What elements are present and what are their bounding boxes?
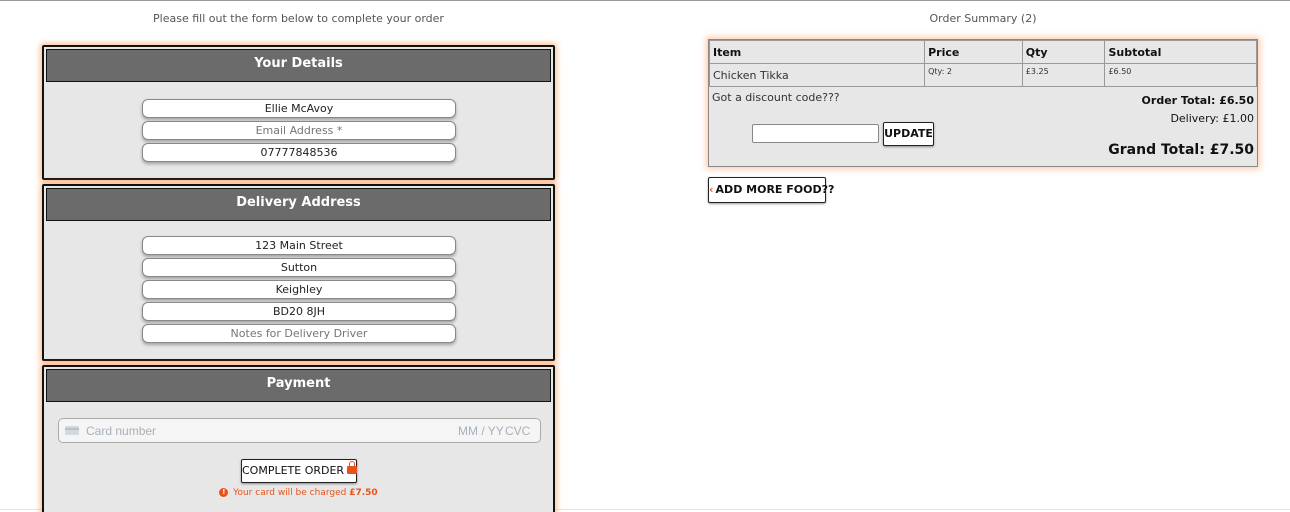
column-header: Item [708, 40, 926, 64]
card-input[interactable]: Card number MM / YY CVC [58, 418, 541, 443]
lock-icon [347, 461, 358, 474]
order-total: Order Total: £6.50 [1141, 94, 1254, 107]
charge-warning-text: Your card will be charged [233, 488, 347, 498]
your-details-panel: Your Details [42, 45, 555, 180]
update-button[interactable]: UPDATE [883, 122, 934, 146]
order-summary-title: Order Summary (2) [929, 12, 1037, 25]
exclamation-icon: ! [219, 488, 229, 497]
email-field[interactable] [142, 121, 456, 140]
card-number-placeholder: Card number [86, 424, 157, 438]
add-more-food-button[interactable]: ‹ ADD MORE FOOD?? [708, 177, 834, 203]
table-header-row: Item Price Qty Subtotal [708, 40, 1257, 64]
item-subtotal: £6.50 [1104, 63, 1257, 87]
payment-panel: Payment Card number MM / YY CVC COMPLETE… [42, 365, 555, 512]
discount-label: Got a discount code??? [712, 91, 840, 104]
discount-code-input[interactable] [752, 124, 879, 143]
order-summary-panel: Item Price Qty Subtotal Chicken Tikka Qt… [708, 39, 1258, 167]
your-details-header: Your Details [46, 49, 551, 82]
name-field[interactable] [142, 99, 456, 118]
delivery-notes-field[interactable] [142, 324, 456, 343]
column-header: Price [924, 40, 1023, 64]
charge-amount: £7.50 [349, 488, 378, 498]
card-cvc-placeholder: CVC [505, 424, 531, 438]
grand-total: Grand Total: £7.50 [1108, 142, 1254, 158]
complete-order-label: COMPLETE ORDER [242, 464, 345, 477]
column-header: Qty [1021, 40, 1106, 64]
phone-field[interactable] [142, 143, 456, 162]
credit-card-icon [65, 426, 79, 435]
address-line2-field[interactable] [142, 258, 456, 277]
delivery-address-header: Delivery Address [46, 188, 551, 221]
item-name: Chicken Tikka [708, 63, 926, 87]
top-divider [0, 0, 1290, 1]
column-header: Subtotal [1104, 40, 1257, 64]
payment-header: Payment [46, 369, 551, 402]
item-price: Qty: 2 [924, 63, 1023, 87]
item-qty: £3.25 [1021, 63, 1106, 87]
form-intro-text: Please fill out the form below to comple… [153, 12, 444, 25]
table-row: Chicken Tikka Qty: 2 £3.25 £6.50 [708, 63, 1257, 87]
card-expiry-placeholder: MM / YY [458, 424, 504, 438]
add-more-food-label: ADD MORE FOOD?? [715, 183, 835, 196]
chevron-left-icon: ‹ [709, 183, 714, 196]
address-line1-field[interactable] [142, 236, 456, 255]
delivery-address-panel: Delivery Address [42, 184, 555, 361]
postcode-field[interactable] [142, 302, 456, 321]
delivery-charge: Delivery: £1.00 [1170, 112, 1254, 125]
complete-order-button[interactable]: COMPLETE ORDER [241, 459, 358, 483]
town-field[interactable] [142, 280, 456, 299]
order-items-table: Item Price Qty Subtotal Chicken Tikka Qt… [708, 40, 1257, 87]
charge-warning: ! Your card will be charged £7.50 [44, 488, 553, 498]
